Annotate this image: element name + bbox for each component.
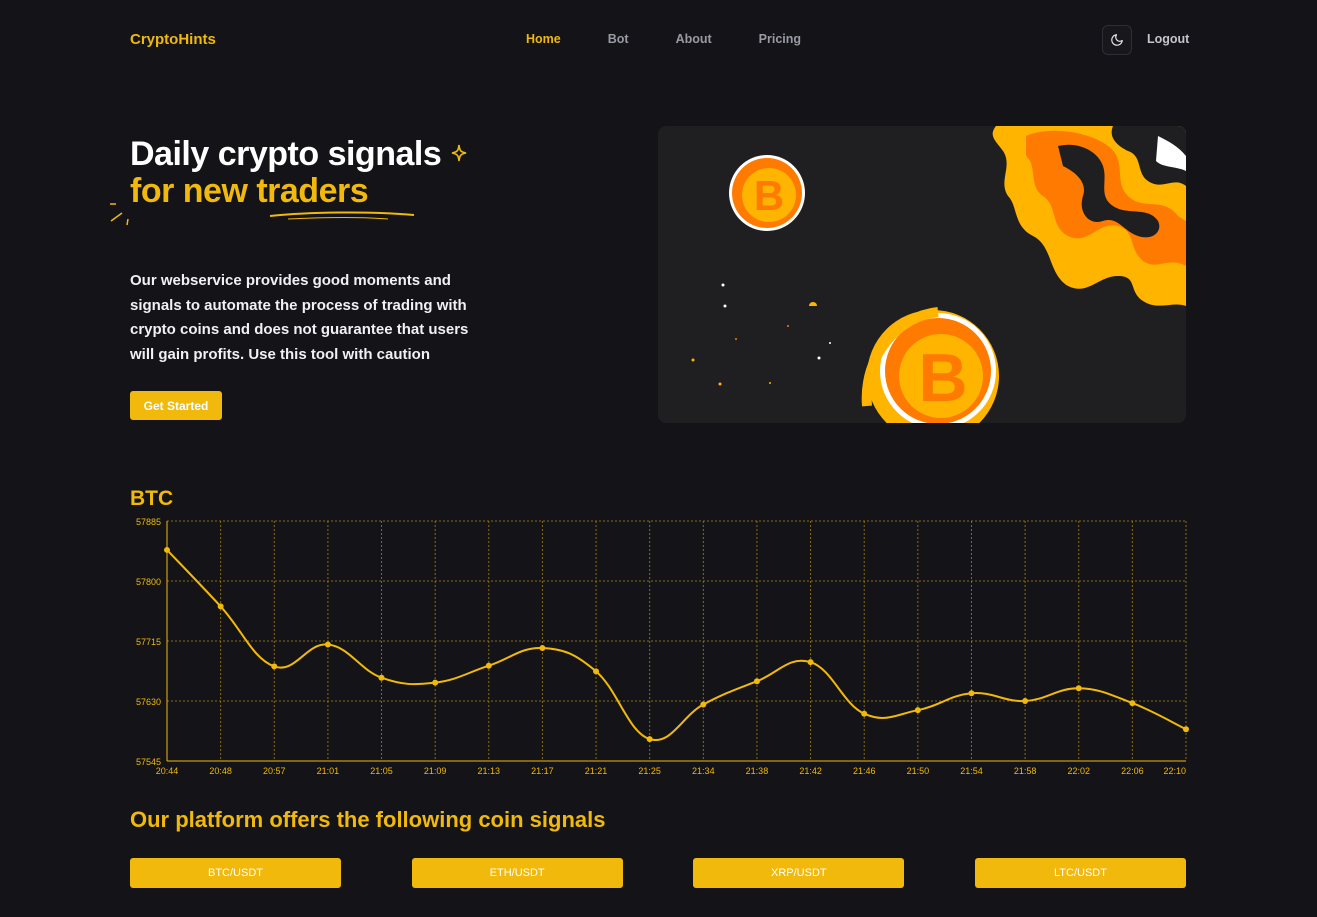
svg-text:B: B <box>754 172 784 219</box>
nav-item-pricing[interactable]: Pricing <box>759 32 801 46</box>
btc-price-point <box>914 707 921 714</box>
get-started-button[interactable]: Get Started <box>130 391 222 420</box>
nav-item-home[interactable]: Home <box>526 32 561 46</box>
btc-price-point <box>968 690 975 697</box>
btc-price-point <box>164 546 170 553</box>
nav-item-about[interactable]: About <box>676 32 712 46</box>
hero-title: Daily crypto signals for new traders <box>130 135 442 210</box>
x-tick-label: 22:02 <box>1067 766 1090 776</box>
nav-item-bot[interactable]: Bot <box>608 32 629 46</box>
hero-title-line1: Daily crypto signals <box>130 135 442 173</box>
btc-price-point <box>700 701 707 708</box>
btc-price-point <box>807 659 814 666</box>
signals-list: BTC/USDT ETH/USDT XRP/USDT LTC/USDT <box>130 858 1186 888</box>
x-tick-label: 20:48 <box>209 766 232 776</box>
x-tick-label: 20:44 <box>156 766 179 776</box>
x-tick-label: 21:58 <box>1014 766 1037 776</box>
x-tick-label: 21:21 <box>585 766 608 776</box>
x-tick-label: 20:57 <box>263 766 286 776</box>
btc-price-point <box>753 678 760 685</box>
btc-price-point <box>271 663 278 670</box>
x-tick-label: 21:09 <box>424 766 447 776</box>
y-tick-label: 57715 <box>136 637 161 647</box>
btc-price-point <box>1129 700 1136 707</box>
x-tick-label: 21:34 <box>692 766 715 776</box>
btc-price-point <box>1075 685 1082 692</box>
chart-title: BTC <box>130 487 174 510</box>
btc-price-point <box>378 674 385 681</box>
brush-underline-icon <box>110 203 415 226</box>
signal-button-ltc-usdt[interactable]: LTC/USDT <box>974 858 1186 888</box>
btc-price-point <box>861 710 868 717</box>
btc-price-point <box>485 662 492 669</box>
theme-toggle-button[interactable] <box>1102 25 1132 55</box>
btc-price-chart: 575455763057715578005788520:44 20:48 20:57… <box>136 517 1189 776</box>
btc-price-point <box>1022 698 1029 704</box>
x-tick-label: 21:05 <box>370 766 393 776</box>
x-tick-label: 21:42 <box>799 766 822 776</box>
x-tick-label: 21:38 <box>746 766 769 776</box>
signals-section-title: Our platform offers the following coin s… <box>130 807 606 832</box>
x-tick-label: 22:06 <box>1121 766 1144 776</box>
signal-button-btc-usdt[interactable]: BTC/USDT <box>130 858 341 888</box>
x-tick-label: 21:50 <box>907 766 930 776</box>
x-tick-label: 21:25 <box>638 766 661 776</box>
svg-text:B: B <box>918 340 967 416</box>
btc-price-line <box>166 549 1187 742</box>
btc-price-point <box>432 679 439 686</box>
x-tick-label: 21:13 <box>478 766 501 776</box>
btc-price-point <box>539 645 546 652</box>
brand-logo[interactable]: CryptoHints <box>130 31 216 48</box>
x-tick-label: 22:10 <box>1163 766 1186 776</box>
x-tick-label: 21:54 <box>960 766 983 776</box>
btc-price-point <box>1183 726 1189 733</box>
btc-price-point <box>324 641 331 648</box>
y-tick-label: 57885 <box>136 517 161 527</box>
sparkle-icon <box>451 144 467 162</box>
moon-icon <box>1111 34 1123 46</box>
y-tick-label: 57800 <box>136 577 161 587</box>
bitcoin-flames-illustration: B B <box>691 126 1186 423</box>
y-tick-label: 57630 <box>136 697 161 707</box>
hero-illustration: B B <box>658 126 1186 423</box>
navbar: CryptoHints Home Bot About Pricing Logou… <box>0 0 1317 80</box>
signal-button-eth-usdt[interactable]: ETH/USDT <box>411 858 623 888</box>
hero-description: Our webservice provides good moments and… <box>130 272 469 363</box>
x-tick-label: 21:01 <box>317 766 340 776</box>
btc-price-point <box>646 736 653 743</box>
btc-price-point <box>593 668 600 675</box>
btc-price-point <box>217 603 224 610</box>
signal-button-xrp-usdt[interactable]: XRP/USDT <box>693 858 905 888</box>
logout-link[interactable]: Logout <box>1147 32 1189 46</box>
nav-links: Home Bot About Pricing <box>526 32 848 46</box>
x-tick-label: 21:17 <box>531 766 554 776</box>
x-tick-label: 21:46 <box>853 766 876 776</box>
